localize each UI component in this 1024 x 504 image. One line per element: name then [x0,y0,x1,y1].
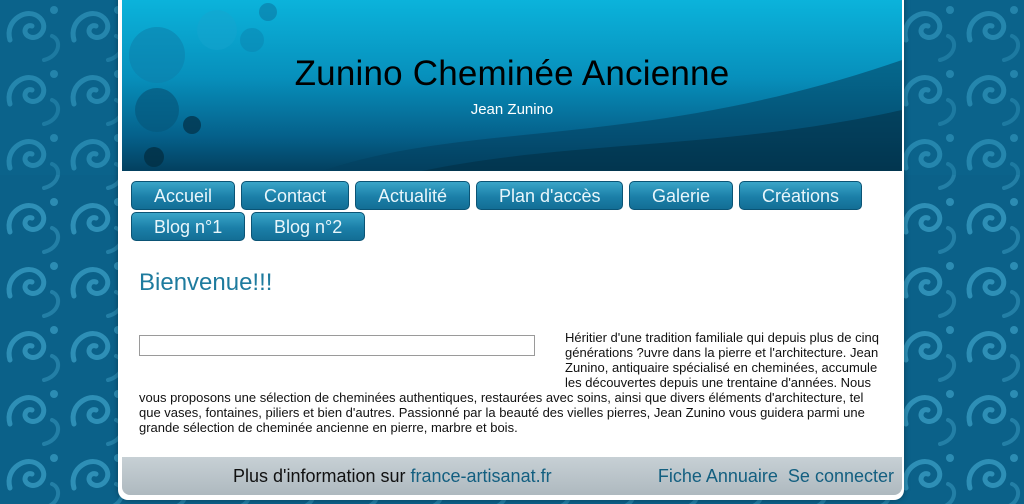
nav-creations[interactable]: Créations [739,181,862,210]
footer-info-prefix: Plus d'information sur [233,466,411,486]
content-area: Héritier d'une tradition familiale qui d… [139,330,879,435]
nav-actualite[interactable]: Actualité [355,181,470,210]
nav-accueil[interactable]: Accueil [131,181,235,210]
site-subtitle: Jean Zunino [470,101,554,118]
image-float-space [139,330,565,390]
site-title: Zunino Cheminée Ancienne [294,54,730,93]
nav-contact[interactable]: Contact [241,181,349,210]
page-heading: Bienvenue!!! [139,269,273,296]
fiche-annuaire-link[interactable]: Fiche Annuaire [658,466,778,486]
nav-galerie[interactable]: Galerie [629,181,733,210]
se-connecter-link[interactable]: Se connecter [788,466,894,486]
nav-plan-acces[interactable]: Plan d'accès [476,181,623,210]
nav-blog-1[interactable]: Blog n°1 [131,212,245,241]
page-container: Zunino Cheminée Ancienne Jean Zunino Acc… [118,0,904,500]
site-header: Zunino Cheminée Ancienne Jean Zunino [122,0,902,171]
site-footer: Plus d'information sur france-artisanat.… [122,457,902,495]
nav-blog-2[interactable]: Blog n°2 [251,212,365,241]
france-artisanat-link[interactable]: france-artisanat.fr [411,466,552,486]
footer-links: Fiche Annuaire Se connecter [648,466,894,487]
footer-info: Plus d'information sur france-artisanat.… [233,466,552,487]
